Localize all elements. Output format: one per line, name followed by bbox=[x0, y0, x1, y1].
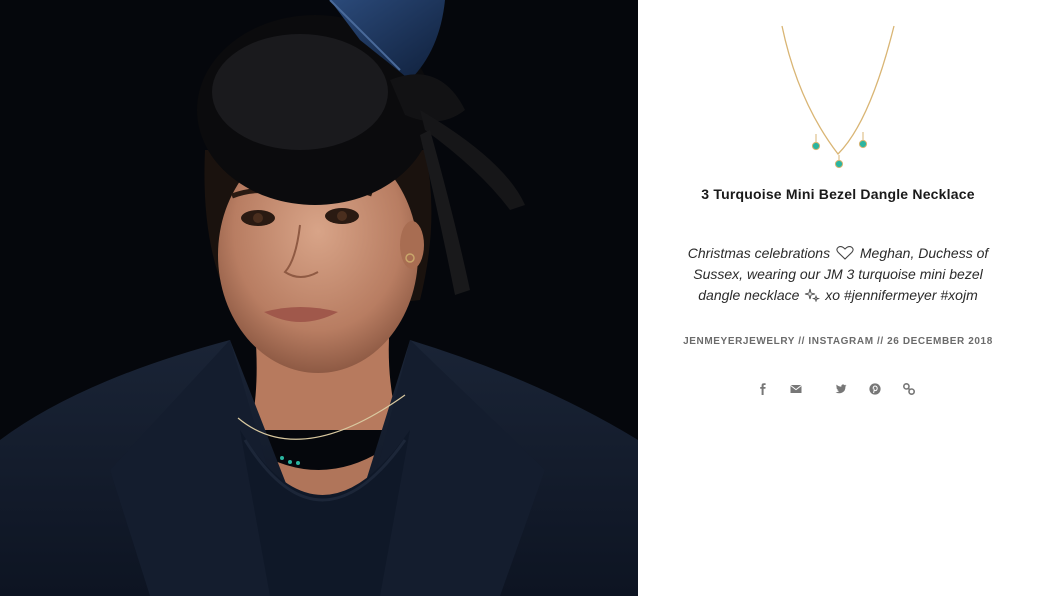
envelope-icon bbox=[790, 385, 802, 393]
pinterest-icon bbox=[869, 383, 881, 395]
share-buttons bbox=[754, 380, 924, 398]
sparkles-icon bbox=[805, 288, 821, 303]
post-meta: JENMEYERJEWELRY // INSTAGRAM // 26 DECEM… bbox=[683, 336, 993, 347]
heart-icon bbox=[836, 246, 854, 260]
email-share-button[interactable] bbox=[787, 380, 805, 398]
twitter-icon bbox=[835, 384, 847, 394]
necklace-image[interactable] bbox=[778, 22, 906, 172]
woman-portrait-image bbox=[0, 0, 638, 596]
caption-start: Christmas celebrations bbox=[687, 245, 831, 261]
facebook-icon bbox=[760, 383, 766, 395]
link-icon bbox=[903, 383, 915, 395]
twitter-share-button[interactable] bbox=[832, 380, 850, 398]
product-title[interactable]: 3 Turquoise Mini Bezel Dangle Necklace bbox=[638, 186, 1038, 202]
pinterest-share-button[interactable] bbox=[866, 380, 884, 398]
editorial-photo bbox=[0, 0, 638, 596]
facebook-share-button[interactable] bbox=[754, 380, 772, 398]
post-caption: Christmas celebrations Meghan, Duchess o… bbox=[676, 243, 1000, 306]
necklace-icon bbox=[781, 25, 895, 169]
product-info-panel: 3 Turquoise Mini Bezel Dangle Necklace C… bbox=[638, 0, 1054, 616]
caption-end: xo #jennifermeyer #xojm bbox=[825, 287, 978, 303]
copy-link-button[interactable] bbox=[900, 380, 918, 398]
